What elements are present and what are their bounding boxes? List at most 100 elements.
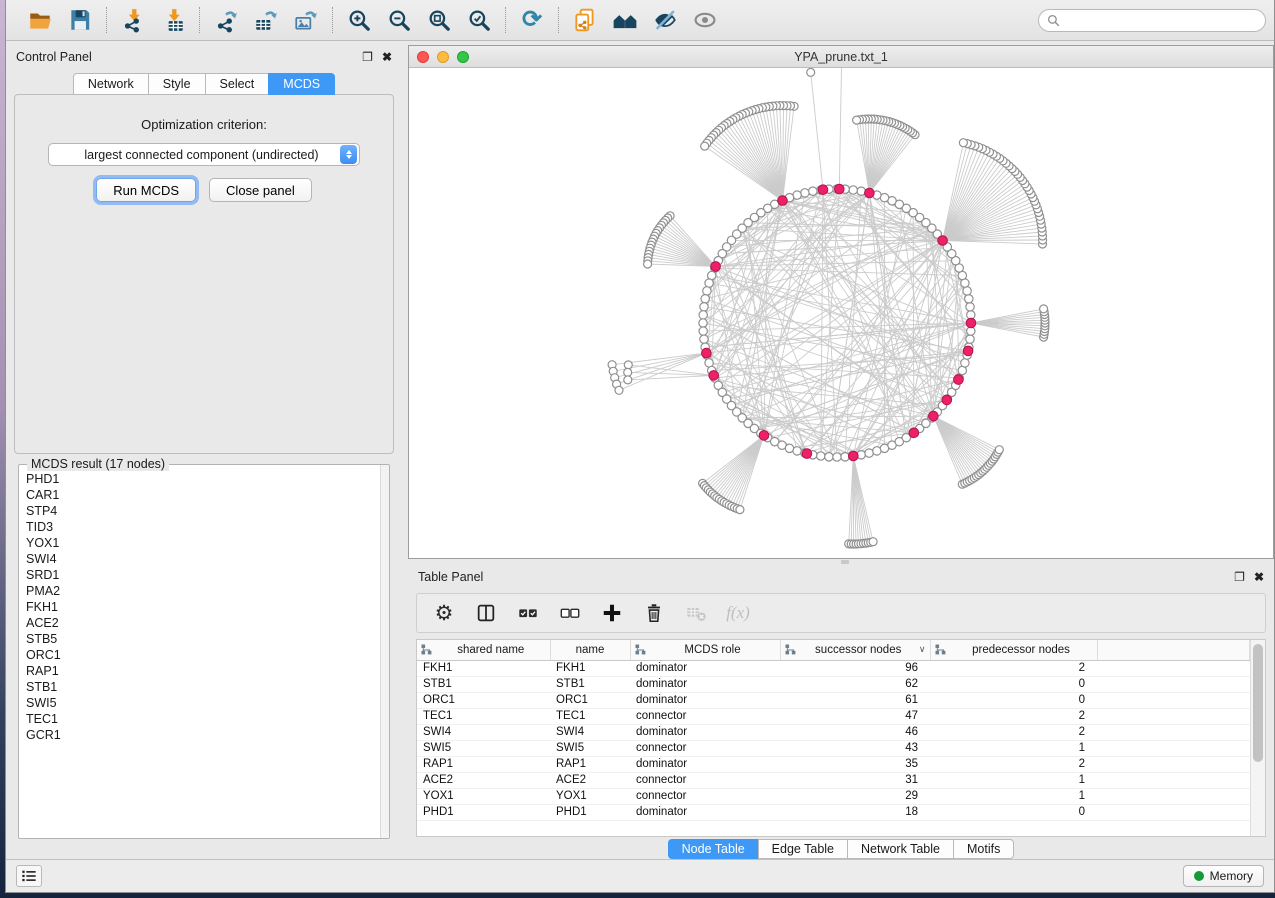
save-button[interactable] [63,4,97,36]
export-table-icon [253,7,279,33]
table-scrollbar[interactable] [1250,640,1265,836]
run-mcds-button[interactable]: Run MCDS [96,178,196,202]
network-graph[interactable] [409,68,1273,558]
export-table-button[interactable] [249,4,283,36]
table-row[interactable]: TEC1TEC1connector472 [417,708,1250,724]
add-icon [601,602,623,624]
close-table-panel-icon[interactable]: ✖ [1254,571,1264,583]
table-row[interactable]: ACE2ACE2connector311 [417,772,1250,788]
dropdown-value: largest connected component (undirected) [49,148,340,162]
result-list-item[interactable]: TEC1 [26,711,380,727]
search-input[interactable] [1065,13,1257,27]
delete-button[interactable] [641,600,667,626]
import-network-button[interactable] [116,4,150,36]
result-list-item[interactable]: SWI5 [26,695,380,711]
home-button[interactable] [608,4,642,36]
memory-button[interactable]: Memory [1183,865,1264,887]
result-list-item[interactable]: PMA2 [26,583,380,599]
sort-desc-icon: ∨ [919,644,926,655]
table-tabs: Node TableEdge TableNetwork TableMotifs [408,837,1274,859]
table-row[interactable]: ORC1ORC1dominator610 [417,692,1250,708]
tab-edge-table[interactable]: Edge Table [758,839,847,859]
tab-network[interactable]: Network [73,73,148,95]
export-image-button[interactable] [289,4,323,36]
task-history-button[interactable] [16,865,42,887]
control-panel-tabs: NetworkStyleSelectMCDS [6,73,402,95]
result-list-item[interactable]: YOX1 [26,535,380,551]
tab-motifs[interactable]: Motifs [953,839,1014,859]
result-list-item[interactable]: CAR1 [26,487,380,503]
float-panel-icon[interactable]: ❐ [362,51,373,63]
network-window: YPA_prune.txt_1 [408,45,1274,559]
result-list-item[interactable]: STB5 [26,631,380,647]
result-list-item[interactable]: SWI4 [26,551,380,567]
mcds-result-list[interactable]: PHD1CAR1STP4TID3YOX1SWI4SRD1PMA2FKH1ACE2… [19,465,380,838]
table-row[interactable]: SWI5SWI5connector431 [417,740,1250,756]
fx-button: f(x) [725,600,751,626]
gear-button[interactable]: ⚙ [431,600,457,626]
float-table-panel-icon[interactable]: ❐ [1234,571,1245,583]
result-list-item[interactable]: STP4 [26,503,380,519]
zoom-out-button[interactable] [382,4,416,36]
result-scrollbar[interactable] [380,465,389,838]
tab-network-table[interactable]: Network Table [847,839,953,859]
tab-node-table[interactable]: Node Table [668,839,758,859]
result-list-item[interactable]: ORC1 [26,647,380,663]
result-list-item[interactable]: STB1 [26,679,380,695]
result-list-item[interactable]: FKH1 [26,599,380,615]
column-header-name[interactable]: name [550,640,630,660]
table-row[interactable]: SWI4SWI4dominator462 [417,724,1250,740]
delete-table-button [683,600,709,626]
column-header-successor-nodes[interactable]: successor nodes∨ [780,640,930,660]
select-all-button[interactable] [515,600,541,626]
optimization-criterion-dropdown[interactable]: largest connected component (undirected) [48,143,360,166]
result-list-item[interactable]: PHD1 [26,471,380,487]
search-box[interactable] [1038,9,1266,32]
zoom-out-icon [386,7,412,33]
table-row[interactable]: STB1STB1dominator620 [417,676,1250,692]
network-view[interactable] [409,68,1273,558]
result-list-item[interactable]: ACE2 [26,615,380,631]
horizontal-splitter[interactable] [408,559,1274,565]
table-row[interactable]: PHD1PHD1dominator180 [417,804,1250,820]
table-row[interactable]: RAP1RAP1dominator352 [417,756,1250,772]
deselect-all-button[interactable] [557,600,583,626]
open-file-icon [27,7,53,33]
column-header-MCDS-role[interactable]: MCDS role [630,640,780,660]
column-header-shared-name[interactable]: shared name [417,640,550,660]
dropdown-stepper-icon [340,145,357,164]
zoom-fit-button[interactable] [422,4,456,36]
result-list-item[interactable]: TID3 [26,519,380,535]
scrollbar-thumb[interactable] [1253,644,1263,762]
open-file-button[interactable] [23,4,57,36]
copy-network-button[interactable] [568,4,602,36]
close-panel-button[interactable]: Close panel [209,178,312,202]
tab-mcds[interactable]: MCDS [268,73,335,95]
main-toolbar: ⟳ [6,0,1274,41]
column-type-icon [635,644,646,655]
hide-selected-button[interactable] [648,4,682,36]
result-list-item[interactable]: SRD1 [26,567,380,583]
add-button[interactable] [599,600,625,626]
network-titlebar[interactable]: YPA_prune.txt_1 [409,46,1273,68]
refresh-button[interactable]: ⟳ [515,4,549,36]
save-icon [67,7,93,33]
zoom-in-button[interactable] [342,4,376,36]
table-row[interactable]: FKH1FKH1dominator962 [417,660,1250,676]
result-list-item[interactable]: GCR1 [26,727,380,743]
import-table-button[interactable] [156,4,190,36]
show-selected-button[interactable] [688,4,722,36]
column-header-predecessor-nodes[interactable]: predecessor nodes [930,640,1097,660]
tab-select[interactable]: Select [205,73,269,95]
home-icon [612,7,638,33]
export-network-button[interactable] [209,4,243,36]
tab-style[interactable]: Style [148,73,205,95]
network-nodes[interactable] [608,68,1049,548]
close-panel-icon[interactable]: ✖ [382,51,392,63]
table-row[interactable]: YOX1YOX1connector291 [417,788,1250,804]
result-list-item[interactable]: RAP1 [26,663,380,679]
column-filler [1097,640,1250,660]
show-selected-icon [692,7,718,33]
zoom-selected-button[interactable] [462,4,496,36]
columns-button[interactable] [473,600,499,626]
